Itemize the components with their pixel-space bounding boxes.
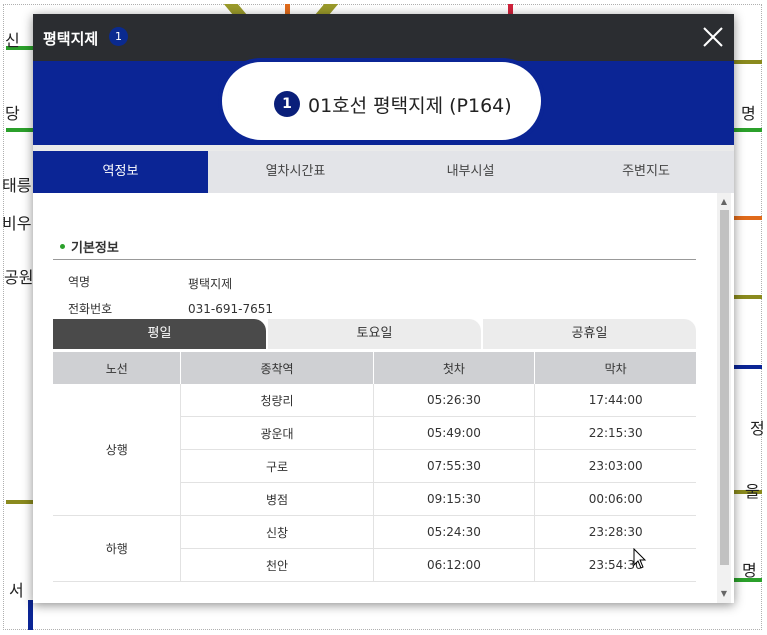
map-station-label: 비우 bbox=[2, 214, 32, 233]
scrollbar-thumb[interactable] bbox=[720, 210, 729, 565]
direction-cell: 상행 bbox=[53, 384, 181, 516]
day-tabs: 평일 토요일 공휴일 bbox=[53, 319, 696, 349]
terminal-cell: 광운대 bbox=[180, 416, 374, 450]
tab-content: 기본정보 역명 평택지제 전화번호 031-691-7651 평일 토요일 공휴… bbox=[33, 193, 734, 603]
map-station-label: 신 bbox=[5, 31, 20, 50]
section-title: 기본정보 bbox=[71, 241, 119, 256]
column-header-line: 노선 bbox=[53, 352, 182, 384]
station-full-name: 01호선 평택지제 (P164) bbox=[308, 95, 512, 117]
station-name-label: 역명 bbox=[68, 275, 91, 289]
map-line-segment bbox=[734, 60, 762, 64]
section-divider bbox=[53, 259, 696, 260]
vertical-scrollbar[interactable]: ▲ ▼ bbox=[717, 193, 731, 603]
map-line-segment bbox=[734, 128, 762, 132]
first-last-train-table: 노선 종착역 첫차 막차 상행 청량리 05:26:30 17:44:00 광운… bbox=[53, 352, 696, 582]
scroll-up-arrow-icon[interactable]: ▲ bbox=[717, 195, 731, 209]
last-train-cell: 22:15:30 bbox=[534, 416, 696, 450]
last-train-cell: 23:54:30 bbox=[534, 548, 696, 582]
tab-nearby-map[interactable]: 주변지도 bbox=[558, 151, 734, 193]
table-header-row: 노선 종착역 첫차 막차 bbox=[53, 352, 696, 384]
terminal-cell: 신창 bbox=[180, 515, 374, 549]
map-station-label: 태릉 bbox=[2, 176, 32, 195]
first-train-cell: 06:12:00 bbox=[372, 548, 535, 582]
first-train-cell: 05:49:00 bbox=[372, 416, 535, 450]
tab-station-info[interactable]: 역정보 bbox=[33, 151, 208, 193]
mouse-cursor-icon bbox=[633, 548, 647, 569]
terminal-cell: 병점 bbox=[180, 482, 374, 516]
first-train-cell: 05:26:30 bbox=[372, 384, 535, 417]
tab-facilities[interactable]: 내부시설 bbox=[383, 151, 558, 193]
table-row: 하행 신창 05:24:30 23:28:30 bbox=[53, 515, 696, 582]
popup-titlebar: 평택지제 1 bbox=[33, 14, 734, 61]
station-name-pill: 1 01호선 평택지제 (P164) bbox=[218, 58, 545, 144]
map-line-segment bbox=[734, 216, 762, 220]
tab-timetable[interactable]: 열차시간표 bbox=[208, 151, 383, 193]
first-train-cell: 09:15:30 bbox=[372, 482, 535, 516]
column-header-terminal: 종착역 bbox=[180, 352, 374, 384]
station-name-value: 평택지제 bbox=[188, 277, 233, 291]
table-row: 상행 청량리 05:26:30 17:44:00 bbox=[53, 384, 696, 516]
map-line-segment bbox=[28, 600, 33, 630]
last-train-cell: 23:03:00 bbox=[534, 449, 696, 483]
map-line-segment bbox=[6, 128, 33, 132]
terminal-cell: 천안 bbox=[180, 548, 374, 582]
map-station-label: 정 bbox=[750, 419, 765, 438]
last-train-cell: 17:44:00 bbox=[534, 384, 696, 417]
bullet-icon bbox=[60, 244, 65, 249]
terminal-cell: 구로 bbox=[180, 449, 374, 483]
line-badge: 1 bbox=[109, 27, 128, 46]
column-header-first-train: 첫차 bbox=[373, 352, 536, 384]
last-train-cell: 00:06:00 bbox=[534, 482, 696, 516]
day-tab-holiday[interactable]: 공휴일 bbox=[483, 319, 696, 349]
scroll-down-arrow-icon[interactable]: ▼ bbox=[717, 587, 731, 601]
map-station-label: 서 bbox=[9, 581, 24, 600]
map-station-label: 공원 bbox=[4, 268, 34, 287]
map-line-segment bbox=[734, 365, 762, 369]
map-line-segment bbox=[734, 295, 762, 299]
line-number-badge: 1 bbox=[274, 91, 300, 117]
phone-value: 031-691-7651 bbox=[188, 302, 274, 316]
direction-cell: 하행 bbox=[53, 515, 181, 582]
map-station-label: 울 bbox=[745, 482, 760, 501]
first-train-cell: 05:24:30 bbox=[372, 515, 535, 549]
info-tabs: 역정보 열차시간표 내부시설 주변지도 bbox=[33, 151, 734, 193]
last-train-cell: 23:28:30 bbox=[534, 515, 696, 549]
map-station-label: 명 bbox=[741, 104, 756, 123]
close-icon[interactable] bbox=[702, 26, 724, 48]
popup-title: 평택지제 bbox=[43, 30, 99, 48]
map-line-segment bbox=[6, 500, 33, 504]
first-train-cell: 07:55:30 bbox=[372, 449, 535, 483]
phone-label: 전화번호 bbox=[68, 302, 113, 316]
map-station-label: 당 bbox=[5, 104, 20, 123]
map-line-segment bbox=[508, 4, 513, 14]
column-header-last-train: 막차 bbox=[534, 352, 696, 384]
day-tab-weekday[interactable]: 평일 bbox=[53, 319, 266, 349]
day-tab-saturday[interactable]: 토요일 bbox=[268, 319, 481, 349]
map-line-segment bbox=[285, 4, 290, 14]
map-station-label: 명 bbox=[742, 561, 757, 580]
station-info-popup: 평택지제 1 1 01호선 평택지제 (P164) 역정보 열차시간표 내부시설… bbox=[33, 14, 734, 603]
terminal-cell: 청량리 bbox=[180, 384, 374, 417]
